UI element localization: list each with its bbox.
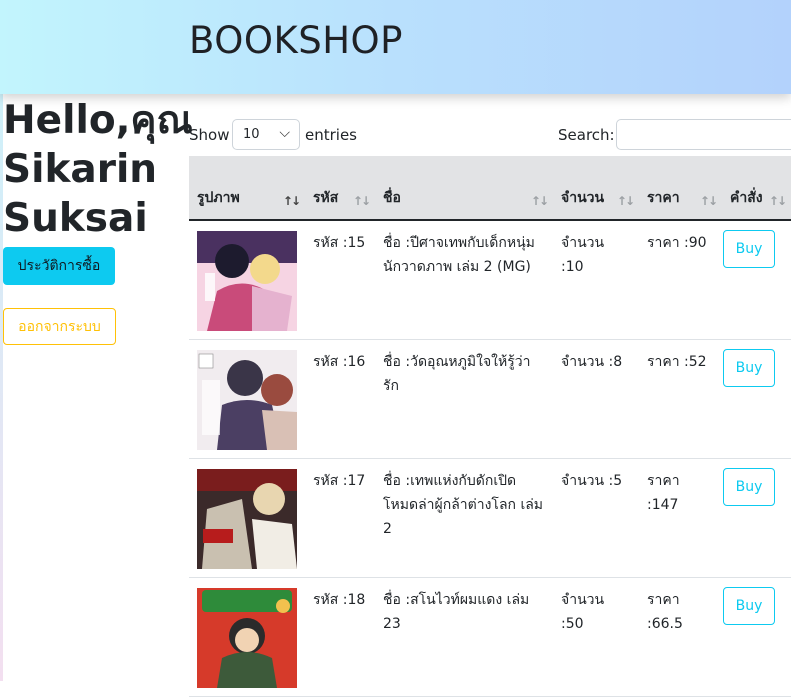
book-quantity: จำนวน :8 (553, 339, 639, 459)
chevron-down-icon: ⌵ (279, 125, 290, 141)
column-header-price[interactable]: ราคา ↑↓ (639, 156, 722, 221)
book-price: ราคา :66.5 (639, 577, 722, 697)
book-id: รหัส :18 (305, 577, 375, 697)
table-header-row: รูปภาพ ↑↓ รหัส ↑↓ ชื่อ ↑↓ จำนวน ↑↓ ราคา ↑↓ คำ… (189, 156, 791, 221)
book-id: รหัส :17 (305, 458, 375, 578)
sidebar: Hello,คุณ Sikarin Suksai ประวัติการซื้อ … (3, 96, 193, 345)
search-input[interactable] (616, 119, 791, 150)
buy-button[interactable]: Buy (723, 587, 775, 625)
entries-length-value: 10 (243, 127, 260, 142)
buy-button[interactable]: Buy (723, 468, 775, 506)
show-label: Show (189, 126, 230, 144)
sort-icon: ↑↓ (282, 194, 301, 208)
book-price: ราคา :90 (639, 220, 722, 340)
column-header-image[interactable]: รูปภาพ ↑↓ (189, 156, 305, 221)
book-name: ชื่อ :วัดอุณหภูมิใจให้รู้ว่ารัก (375, 339, 553, 459)
table-controls: Show 10 ⌵ entries Search: (189, 118, 791, 152)
book-quantity: จำนวน :50 (553, 577, 639, 697)
sort-icon: ↑↓ (699, 194, 718, 208)
column-header-quantity[interactable]: จำนวน ↑↓ (553, 156, 639, 221)
column-header-name[interactable]: ชื่อ ↑↓ (375, 156, 553, 221)
logout-button[interactable]: ออกจากระบบ (3, 308, 116, 345)
book-cover-image (197, 350, 297, 450)
books-table: รูปภาพ ↑↓ รหัส ↑↓ ชื่อ ↑↓ จำนวน ↑↓ ราคา ↑↓ คำ… (189, 156, 791, 697)
table-row: รหัส :15 ชื่อ :ปีศาจเทพกับเด็กหนุ่มนักวา… (189, 220, 791, 340)
buy-button[interactable]: Buy (723, 230, 775, 268)
book-quantity: จำนวน :5 (553, 458, 639, 578)
book-cover-image (197, 231, 297, 331)
column-header-action[interactable]: คำสั่ง ↑↓ (722, 156, 791, 221)
book-price: ราคา :52 (639, 339, 722, 459)
sort-icon: ↑↓ (352, 194, 371, 208)
book-name: ชื่อ :ปีศาจเทพกับเด็กหนุ่มนักวาดภาพ เล่ม… (375, 220, 553, 340)
buy-button[interactable]: Buy (723, 349, 775, 387)
book-name: ชื่อ :เทพแห่งกับดักเปิดโหมดล่าผู้กล้าต่า… (375, 458, 553, 578)
sort-icon: ↑↓ (530, 194, 549, 208)
user-greeting: Hello,คุณ Sikarin Suksai (3, 98, 193, 241)
book-id: รหัส :15 (305, 220, 375, 340)
brand-title: BOOKSHOP (189, 19, 403, 62)
entries-length-select[interactable]: 10 ⌵ (232, 119, 300, 150)
top-header: BOOKSHOP (0, 0, 791, 94)
book-id: รหัส :16 (305, 339, 375, 459)
search-label: Search: (558, 126, 615, 144)
column-header-id[interactable]: รหัส ↑↓ (305, 156, 375, 221)
book-quantity: จำนวน :10 (553, 220, 639, 340)
book-cover-image (197, 588, 297, 688)
book-cover-image (197, 469, 297, 569)
sort-icon: ↑↓ (616, 194, 635, 208)
sort-icon: ↑↓ (768, 194, 787, 208)
book-name: ชื่อ :สโนไวท์ผมแดง เล่ม 23 (375, 577, 553, 697)
table-row: รหัส :18 ชื่อ :สโนไวท์ผมแดง เล่ม 23 จำนว… (189, 577, 791, 697)
entries-label: entries (305, 126, 357, 144)
book-price: ราคา :147 (639, 458, 722, 578)
table-row: รหัส :16 ชื่อ :วัดอุณหภูมิใจให้รู้ว่ารัก… (189, 339, 791, 459)
purchase-history-button[interactable]: ประวัติการซื้อ (3, 247, 115, 285)
table-row: รหัส :17 ชื่อ :เทพแห่งกับดักเปิดโหมดล่าผ… (189, 458, 791, 578)
